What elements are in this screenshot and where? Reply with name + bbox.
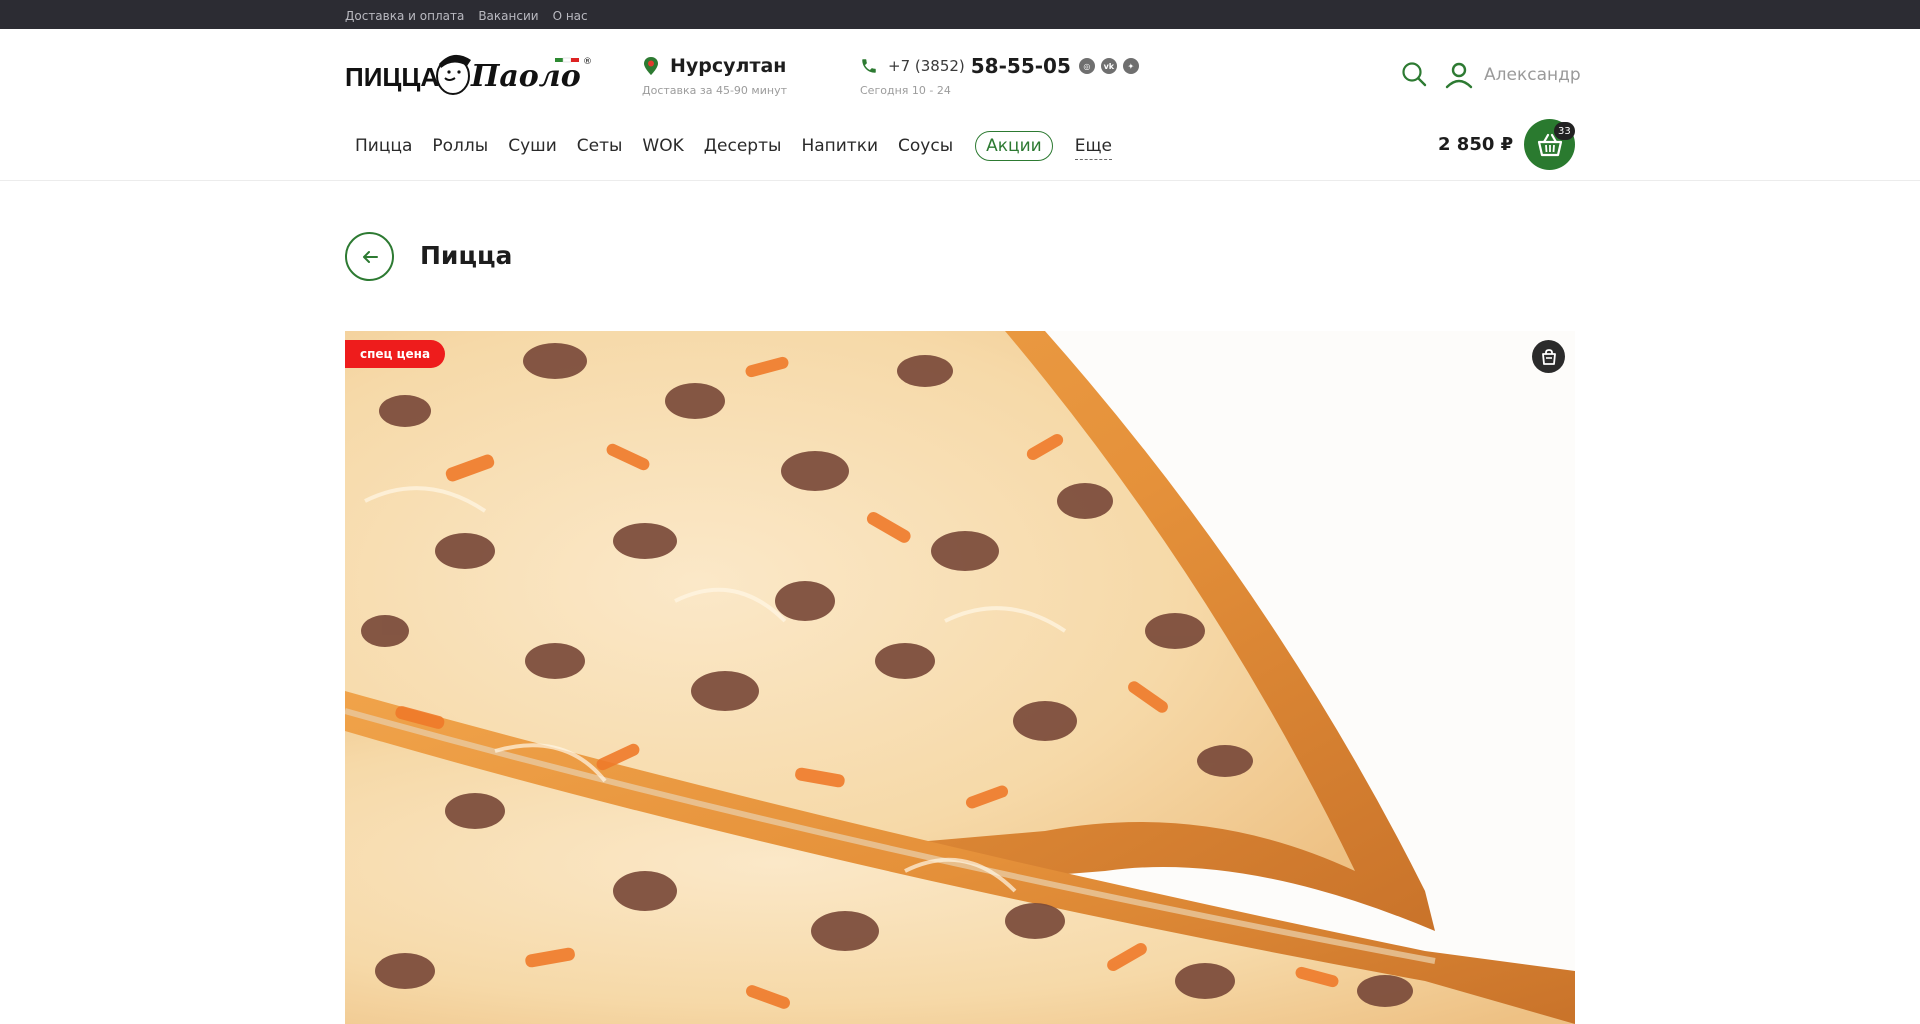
delivery-time: Доставка за 45-90 минут bbox=[642, 84, 787, 97]
instagram-icon[interactable]: ◎ bbox=[1078, 58, 1095, 74]
location-pin-icon bbox=[644, 57, 658, 75]
link-delivery[interactable]: Доставка и оплата bbox=[345, 9, 464, 23]
site-logo[interactable]: ПИЦЦА Паоло ® bbox=[345, 48, 605, 100]
nav-item-more[interactable]: Еще bbox=[1065, 129, 1122, 163]
product-image[interactable] bbox=[345, 331, 1575, 1024]
nav-item-drinks[interactable]: Напитки bbox=[791, 129, 888, 163]
social-links: ◎ vk ✦ bbox=[1078, 58, 1139, 74]
top-links: Доставка и оплата Вакансии О нас bbox=[345, 9, 588, 23]
logo-text-left: ПИЦЦА bbox=[345, 62, 439, 92]
logo-graphic: ПИЦЦА Паоло ® bbox=[345, 54, 592, 95]
city-name: Нурсултан bbox=[670, 55, 787, 77]
user-account[interactable]: Александр bbox=[1444, 60, 1581, 90]
nav-more-label: Еще bbox=[1074, 136, 1112, 160]
nav-item-wok[interactable]: WOK bbox=[632, 129, 693, 163]
category-nav: Пицца Роллы Суши Сеты WOK Десерты Напитк… bbox=[345, 129, 1122, 163]
nav-item-sets[interactable]: Сеты bbox=[567, 129, 633, 163]
phone-prefix[interactable]: +7 (3852) bbox=[888, 57, 965, 75]
pizza-photo bbox=[345, 331, 1575, 1024]
phone-number[interactable]: 58-55-05 bbox=[971, 54, 1071, 78]
special-price-badge: спец цена bbox=[345, 340, 446, 368]
nav-item-promo[interactable]: Акции bbox=[975, 131, 1053, 161]
vk-icon[interactable]: vk bbox=[1100, 58, 1117, 74]
logo-chef-icon bbox=[436, 54, 471, 95]
nav-item-rolls[interactable]: Роллы bbox=[422, 129, 498, 163]
working-hours: Сегодня 10 - 24 bbox=[860, 84, 951, 97]
tripadvisor-icon[interactable]: ✦ bbox=[1122, 58, 1139, 74]
city-selector[interactable]: Нурсултан Доставка за 45-90 минут bbox=[642, 55, 787, 97]
quick-add-button[interactable] bbox=[1532, 340, 1565, 373]
nav-item-sushi[interactable]: Суши bbox=[498, 129, 567, 163]
logo-reg: ® bbox=[583, 57, 592, 67]
bag-icon bbox=[1541, 348, 1556, 365]
phone-icon bbox=[862, 59, 876, 73]
nav-item-sauces[interactable]: Соусы bbox=[888, 129, 963, 163]
back-button[interactable] bbox=[345, 232, 394, 281]
user-name: Александр bbox=[1484, 65, 1581, 85]
user-icon bbox=[1445, 62, 1473, 89]
nav-item-pizza[interactable]: Пицца bbox=[345, 129, 422, 163]
cart-count-badge: 33 bbox=[1554, 122, 1575, 140]
search-icon[interactable] bbox=[1400, 60, 1428, 88]
page-title: Пицца bbox=[420, 241, 513, 270]
nav-item-desserts[interactable]: Десерты bbox=[694, 129, 792, 163]
top-bar: Доставка и оплата Вакансии О нас bbox=[0, 0, 1920, 29]
link-vacancies[interactable]: Вакансии bbox=[478, 9, 538, 23]
cart-total[interactable]: 2 850 ₽ bbox=[1438, 134, 1513, 155]
phone-block: +7 (3852) 58-55-05 ◎ vk ✦ Сегодня 10 - 2… bbox=[860, 54, 1139, 97]
logo-text-right: Паоло bbox=[470, 59, 581, 94]
arrow-left-icon bbox=[362, 250, 378, 263]
link-about[interactable]: О нас bbox=[553, 9, 588, 23]
